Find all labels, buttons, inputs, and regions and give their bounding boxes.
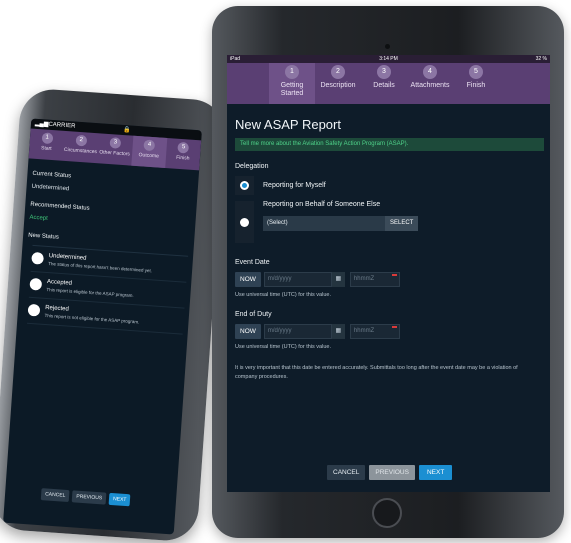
step-getting-started[interactable]: 1 Getting Started xyxy=(269,63,315,104)
radio-button[interactable] xyxy=(29,277,43,291)
phone-step-5[interactable]: 5 Finish xyxy=(165,138,201,170)
step-attachments[interactable]: 4 Attachments xyxy=(407,63,453,104)
next-button[interactable]: NEXT xyxy=(108,492,131,507)
battery-label: 32 % xyxy=(535,56,547,62)
tablet-screen: iPad 3:14 PM 32 % 1 Getting Started 2 Desc… xyxy=(227,55,550,492)
asap-info-link[interactable]: Tell me more about the Aviation Safety A… xyxy=(235,138,544,151)
phone-step-1[interactable]: 1 Start xyxy=(29,129,65,161)
home-button[interactable] xyxy=(372,498,402,528)
phone-step-3[interactable]: 3 Other Factors xyxy=(97,133,133,165)
tablet-status-bar: iPad 3:14 PM 32 % xyxy=(227,55,550,63)
event-date-input[interactable]: m/d/yyyy xyxy=(263,272,332,287)
cancel-button[interactable]: CANCEL xyxy=(327,465,366,480)
calendar-icon[interactable]: ▦ xyxy=(331,272,345,287)
camera-icon xyxy=(385,44,390,49)
previous-button[interactable]: PREVIOUS xyxy=(369,465,415,480)
page-title: New ASAP Report xyxy=(235,117,341,132)
event-date-label: Event Date xyxy=(235,259,270,266)
phone-screen: ▂▄▆ CARRIER 🔒 1 Start 2 Circumstances 3 Oth… xyxy=(3,118,202,535)
event-utc-hint: Use universal time (UTC) for this value. xyxy=(235,292,331,298)
phone-button-bar: CANCEL PREVIOUS NEXT xyxy=(40,488,131,507)
event-date-row: NOW m/d/yyyy ▦ hhmmZ xyxy=(235,272,550,287)
person-select[interactable]: (Select) xyxy=(263,216,385,231)
event-now-button[interactable]: NOW xyxy=(235,272,261,287)
radio-button[interactable] xyxy=(31,251,45,265)
lock-icon: 🔒 xyxy=(123,126,131,134)
step-finish[interactable]: 5 Finish xyxy=(453,63,499,104)
option-reporting-other[interactable]: Reporting on Behalf of Someone Else (Sel… xyxy=(235,201,550,243)
status-options: Undetermined The status of this report ha… xyxy=(27,244,189,335)
tablet-button-bar: CANCEL PREVIOUS NEXT xyxy=(327,465,453,480)
event-time-input[interactable]: hhmmZ xyxy=(349,272,400,287)
option-reporting-myself[interactable]: Reporting for Myself xyxy=(235,176,550,195)
phone-step-4[interactable]: 4 Outcome xyxy=(130,135,168,168)
step-details[interactable]: 3 Details xyxy=(361,63,407,104)
end-duty-time-input[interactable]: hhmmZ xyxy=(349,324,400,339)
radio-button[interactable] xyxy=(27,303,41,317)
required-marker xyxy=(391,326,397,328)
calendar-icon[interactable]: ▦ xyxy=(331,324,345,339)
end-duty-now-button[interactable]: NOW xyxy=(235,324,261,339)
end-of-duty-label: End of Duty xyxy=(235,311,272,318)
end-duty-date-input[interactable]: m/d/yyyy xyxy=(263,324,332,339)
cancel-button[interactable]: CANCEL xyxy=(40,488,70,503)
accuracy-note: It is very important that this date be e… xyxy=(235,365,518,380)
tablet-step-nav: 1 Getting Started 2 Description 3 Details 4… xyxy=(227,63,550,104)
end-duty-utc-hint: Use universal time (UTC) for this value. xyxy=(235,344,331,350)
end-duty-row: NOW m/d/yyyy ▦ hhmmZ xyxy=(235,324,550,339)
next-button[interactable]: NEXT xyxy=(418,465,453,480)
clock: 3:14 PM xyxy=(379,56,398,62)
step-description[interactable]: 2 Description xyxy=(315,63,361,104)
delegation-label: Delegation xyxy=(235,163,269,170)
required-marker xyxy=(391,274,397,276)
radio-button[interactable] xyxy=(240,217,249,227)
phone-step-2[interactable]: 2 Circumstances xyxy=(63,131,99,163)
radio-selected[interactable] xyxy=(240,181,249,190)
select-button[interactable]: SELECT xyxy=(385,216,419,231)
previous-button[interactable]: PREVIOUS xyxy=(71,490,107,505)
